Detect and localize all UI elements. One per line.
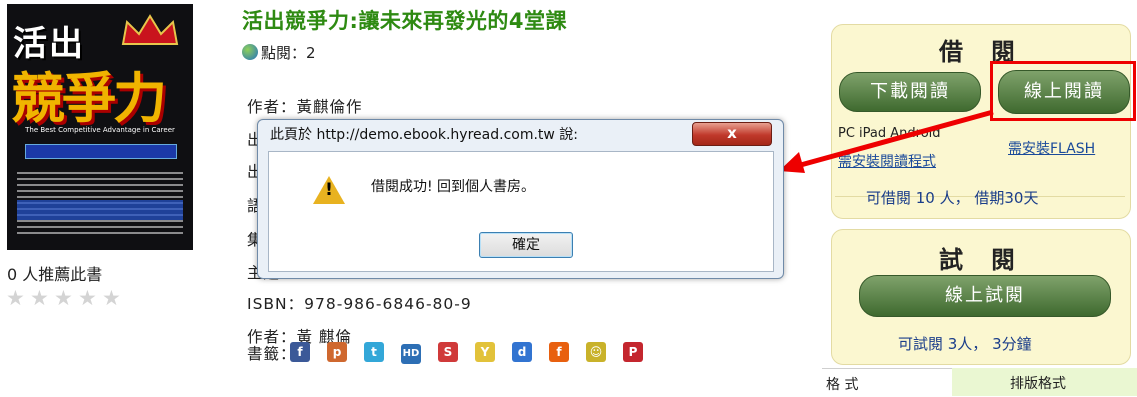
format-value: 排版格式 [1010,376,1066,392]
book-title: 活出競爭力:讓未來再發光的4堂課 [242,9,568,33]
cover-strip [25,144,177,159]
bookmark-icons: f p t HD S Yd f ☺ P [290,341,660,364]
format-value-cell: 排版格式 [952,368,1137,396]
star-icon[interactable]: ★ [102,286,126,310]
arrow-icon [779,109,994,173]
twitter-icon[interactable]: t [364,342,384,362]
alert-dialog: 此頁於 http://demo.ebook.hyread.com.tw 說: x… [257,119,784,279]
crown-icon [121,14,179,45]
pixnet-icon[interactable]: P [623,342,643,362]
dialog-body: ! 借閱成功! 回到個人書房。 確定 [268,151,774,272]
close-button[interactable]: x [692,122,772,146]
dialog-message: 借閱成功! 回到個人書房。 [371,179,536,195]
download-read-button[interactable]: 下載閱讀 [839,72,981,112]
globe-icon [242,44,258,60]
cover-band [17,200,183,220]
highlight-box [990,61,1136,121]
star-icon[interactable]: ★ [6,286,30,310]
ok-button[interactable]: 確定 [479,232,573,258]
views-label: 點閱：2 [261,44,316,62]
recommend-count: 0 人推薦此書 [7,265,103,284]
star-icon[interactable]: ★ [30,286,54,310]
yahoo-icon[interactable]: Y [475,342,495,362]
trial-availability: 可試閱 3人， 3分鐘 [898,335,1032,353]
book-cover[interactable]: 活出 競爭力 The Best Competitive Advantage in… [7,4,193,250]
online-trial-button[interactable]: 線上試閱 [859,275,1111,317]
plurk-icon[interactable]: p [327,342,347,362]
dialog-title: 此頁於 http://demo.ebook.hyread.com.tw 說: [270,127,579,143]
funp-icon[interactable]: S [438,342,458,362]
delicious-icon[interactable]: d [512,342,532,362]
udn-icon[interactable]: ☺ [586,342,606,362]
star-icon[interactable]: ★ [54,286,78,310]
warning-mark: ! [325,180,333,200]
author-field: 作者：黃麒倫作 [247,98,363,116]
isbn-field: ISBN：978-986-6846-80-9 [247,295,472,313]
cover-title-line2: 競爭力 [11,66,167,130]
facebook-icon[interactable]: f [290,342,310,362]
funp2-icon[interactable]: f [549,342,569,362]
rating-stars[interactable]: ★ ★ ★ ★ ★ [6,286,126,310]
install-flash-link[interactable]: 需安裝FLASH [1008,138,1095,158]
hemidemi-icon[interactable]: HD [401,344,421,364]
format-table: 格 式 排版格式 [822,368,1137,397]
star-icon[interactable]: ★ [78,286,102,310]
borrow-availability: 可借閱 10 人， 借期30天 [866,189,1039,207]
format-label-cell: 格 式 [822,368,952,397]
trial-heading: 試閱 [939,246,1043,274]
cover-subtitle: The Best Competitive Advantage in Career [25,126,175,134]
views-count: 點閱：2 [242,42,316,63]
format-label: 格 式 [826,377,859,393]
